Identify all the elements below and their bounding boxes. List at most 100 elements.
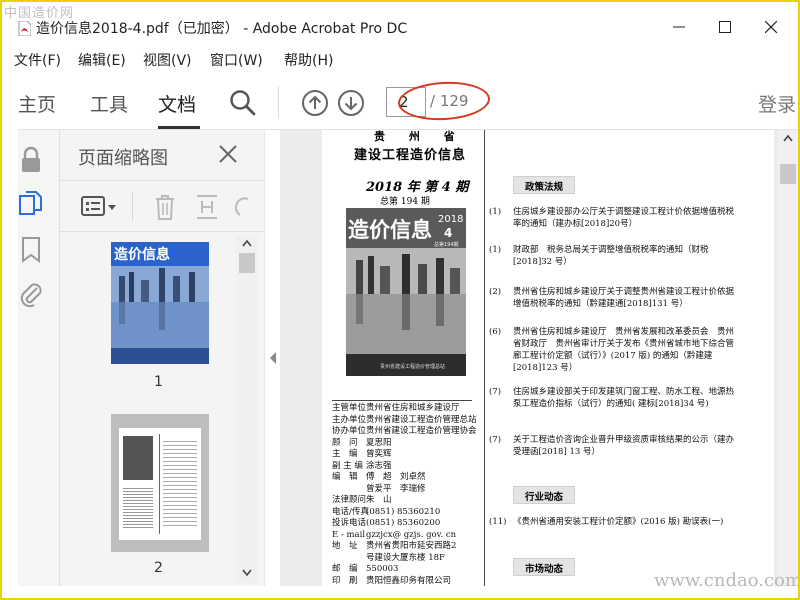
doc-scroll-up-icon[interactable] <box>783 134 793 142</box>
section-industry: 行业动态 <box>513 486 575 504</box>
panel-collapse-handle[interactable] <box>264 130 280 586</box>
title-bar: 中国造价网 造价信息2018-4.pdf（已加密） - Adobe Acroba… <box>2 2 798 44</box>
toc-entry: (11) 《贵州省通用安装工程计价定额》(2016 版) 勘误表(一) <box>489 517 724 527</box>
staff-row: 顾 问夏思阳 <box>332 437 392 448</box>
document-scroll-thumb[interactable] <box>780 164 796 184</box>
page-thumbnail-2[interactable] <box>111 414 209 552</box>
toc-entry: (2) 贵州省住房和城乡建设厅关于调整贵州省建设工程计价依据增值税税率的通知（黔… <box>489 287 735 309</box>
staff-listing: 主管单位 贵州省住房和城乡建设厅 主办单位 贵州省建设工程造价管理总站 协办单位 贵州… <box>332 400 477 586</box>
thumbnail-options-icon[interactable] <box>80 195 120 219</box>
cover-number: 4 <box>444 226 452 240</box>
thumbnail-toc-lines <box>163 438 197 528</box>
staff-row: 印 刷贵阳恒鑫印务有限公司 <box>332 575 452 586</box>
issue-number: 2018 年 第 4 期 <box>366 180 469 195</box>
menu-file[interactable]: 文件(F) <box>14 50 61 70</box>
minimize-icon <box>673 26 685 28</box>
toc-entry: (7) 关于工程造价咨询企业晋升甲级资质审核结果的公示（建办受理函[2018] … <box>489 435 735 457</box>
thumbnail-panel: 页面缩略图 造价信息 1 2 <box>60 130 264 586</box>
cndao-watermark: www.cndao.com <box>654 570 800 591</box>
login-button[interactable]: 登录 <box>758 90 796 117</box>
menu-bar: 文件(F) 编辑(E) 视图(V) 窗口(W) 帮助(H) <box>2 46 798 72</box>
maximize-button[interactable] <box>702 12 748 42</box>
toc-entry: (7) 住房城乡建设部关于印发建筑门窗工程、防水工程、地源热泵工程造价指标（试行… <box>489 387 735 409</box>
staff-row: 编 辑傅 超 刘卓然 <box>332 472 426 482</box>
thumbnail-cover-title: 造价信息 <box>114 246 170 263</box>
thumbnail-label-1: 1 <box>154 374 163 390</box>
acrobat-pdf-icon <box>18 21 31 36</box>
toc-entry: (6) 贵州省住房和城乡建设厅 贵州省发展和改革委员会 贵州省财政厅 贵州省审计… <box>489 327 735 373</box>
thumbnail-staff-lines <box>123 486 153 530</box>
menu-help[interactable]: 帮助(H) <box>284 50 333 70</box>
collapse-arrow-icon <box>270 352 276 364</box>
tab-document[interactable]: 文档 <box>158 90 196 117</box>
thumbnail-cover-mini <box>123 436 153 480</box>
staff-row: 电话/传真 (0851) 85360210 <box>332 506 441 517</box>
toc-entry: (1) 住房城乡建设部办公厅关于调整建设工程计价依据增值税税率的通知（建办标[2… <box>489 207 735 229</box>
close-panel-icon[interactable] <box>216 142 240 166</box>
toolbar-divider <box>278 86 279 118</box>
main-toolbar: 主页 工具 文档 2 / 129 登录 <box>18 76 798 130</box>
menu-window[interactable]: 窗口(W) <box>210 50 263 70</box>
thumbnail-page-preview <box>119 428 201 540</box>
total-issue-number: 总第 194 期 <box>380 197 430 207</box>
staff-row: 地 址贵州省贵阳市延安西路2 <box>332 541 457 551</box>
toc-entry: (1) 财政部 税务总局关于调整增值税税率的通知（财税[2018]32 号） <box>489 245 709 267</box>
masthead-line1: 贵 州 省 <box>374 130 465 143</box>
page-thumbnails-icon[interactable] <box>18 190 44 218</box>
close-button[interactable] <box>748 12 794 42</box>
active-tab-indicator <box>158 126 200 129</box>
staff-row: 号建设大厦东楼 18F <box>366 552 445 563</box>
magazine-cover-image: 造价信息 2018 4 总第194期 贵州省建设工程造价管理总站 <box>346 208 466 376</box>
previous-page-icon[interactable] <box>300 88 330 118</box>
lock-icon[interactable] <box>18 146 44 174</box>
staff-row: 法律顾问朱 山 <box>332 495 392 505</box>
extract-page-icon[interactable] <box>194 193 220 221</box>
menu-view[interactable]: 视图(V) <box>143 50 192 70</box>
tab-home[interactable]: 主页 <box>18 90 56 117</box>
search-icon[interactable] <box>228 88 258 118</box>
staff-row: E - mail gzzjcx@ gzjs. gov. cn <box>332 529 457 540</box>
thumbnail-label-2: 2 <box>154 560 163 576</box>
staff-row: 邮 编 550003 <box>332 564 399 574</box>
page-left-column: 贵 州 省 建设工程造价信息 2018 年 第 4 期 总第 194 期 造价信… <box>322 130 477 586</box>
app-window: 中国造价网 造价信息2018-4.pdf（已加密） - Adobe Acroba… <box>0 0 800 600</box>
masthead-line2: 建设工程造价信息 <box>354 148 467 163</box>
scroll-down-icon[interactable] <box>242 569 252 577</box>
document-page: 贵 州 省 建设工程造价信息 2018 年 第 4 期 总第 194 期 造价信… <box>322 130 774 586</box>
rotate-page-icon[interactable] <box>234 193 250 221</box>
tab-tools[interactable]: 工具 <box>90 90 128 117</box>
scroll-up-icon[interactable] <box>242 239 252 247</box>
staff-row: 曾爱平 李瑞修 <box>366 483 426 494</box>
staff-row: 副 主 编涂志强 <box>332 460 392 471</box>
thumbnail-scroll-thumb[interactable] <box>239 253 255 273</box>
thumbnail-column-divider <box>159 434 160 534</box>
close-icon <box>765 21 777 33</box>
document-view[interactable]: 贵 州 省 建设工程造价信息 2018 年 第 4 期 总第 194 期 造价信… <box>280 130 798 586</box>
panel-divider <box>132 191 133 221</box>
staff-row: 投诉电话 (0851) 85360200 <box>332 518 441 528</box>
page-thumbnail-1[interactable]: 造价信息 <box>111 242 209 364</box>
table-of-contents: 政策法规 (1) 住房城乡建设部办公厅关于调整建设工程计价依据增值税税率的通知（… <box>484 130 774 586</box>
section-market: 市场动态 <box>513 558 575 576</box>
panel-title: 页面缩略图 <box>78 148 168 169</box>
delete-page-icon[interactable] <box>152 193 178 221</box>
bookmark-icon[interactable] <box>18 236 44 264</box>
menu-edit[interactable]: 编辑(E) <box>78 50 126 70</box>
cover-total: 总第194期 <box>434 241 459 248</box>
cover-publisher: 贵州省建设工程造价管理总站 <box>380 363 445 370</box>
attachment-icon[interactable] <box>18 280 44 308</box>
thumbnail-scrollbar[interactable] <box>236 235 258 583</box>
section-policy: 政策法规 <box>513 176 575 194</box>
staff-row: 主 编曾奕辉 <box>332 449 392 459</box>
navigation-rail <box>18 130 60 586</box>
cover-title: 造价信息 <box>348 218 432 242</box>
maximize-icon <box>719 21 731 33</box>
document-scrollbar[interactable] <box>778 130 798 586</box>
staff-row: 主办单位 贵州省建设工程造价管理总站 <box>332 414 477 425</box>
staff-row: 主管单位 贵州省住房和城乡建设厅 <box>332 403 460 413</box>
window-title: 造价信息2018-4.pdf（已加密） - Adobe Acrobat Pro … <box>36 21 408 37</box>
thumbnail-toolbar <box>60 180 264 232</box>
minimize-button[interactable] <box>656 12 702 42</box>
next-page-icon[interactable] <box>336 88 366 118</box>
cover-year: 2018 <box>438 214 463 225</box>
